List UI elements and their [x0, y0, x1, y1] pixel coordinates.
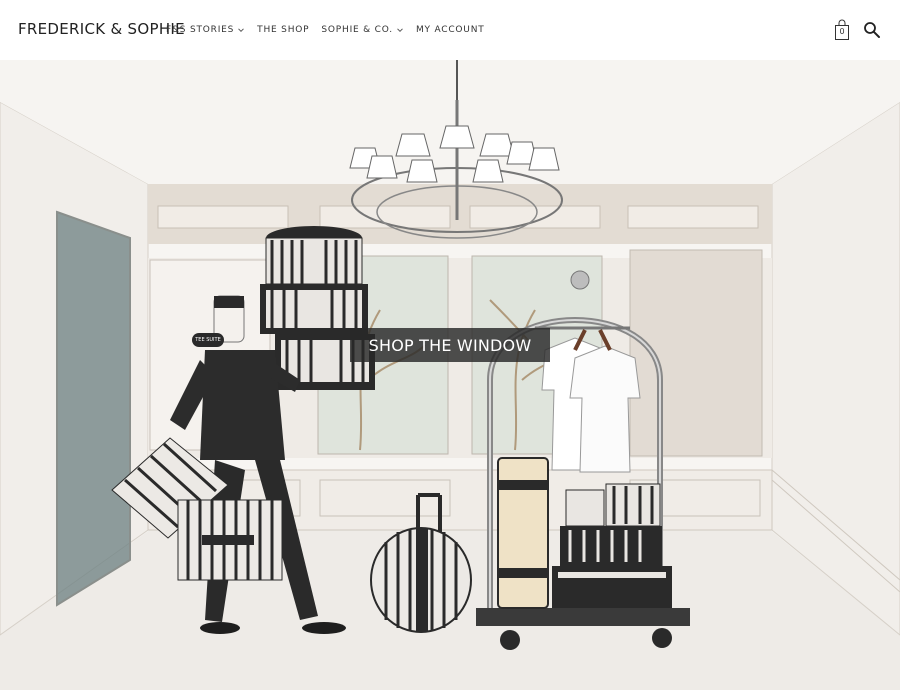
chevron-down-icon — [238, 28, 245, 33]
site-header: FREDERICK & SOPHIE F&S STORIES THE SHOP … — [0, 0, 900, 60]
page: FREDERICK & SOPHIE F&S STORIES THE SHOP … — [0, 0, 900, 690]
shop-the-window-button[interactable]: SHOP THE WINDOW — [350, 328, 550, 362]
nav-item-label: MY ACCOUNT — [415, 25, 485, 35]
nav-item-sophie-co[interactable]: SOPHIE & CO. — [321, 25, 404, 35]
nav-item-label: F&S STORIES — [166, 25, 235, 35]
cart-button[interactable]: 0 — [834, 19, 850, 41]
nav-item-my-account[interactable]: MY ACCOUNT — [416, 25, 485, 35]
nav-item-fs-stories[interactable]: F&S STORIES — [166, 25, 245, 35]
chevron-down-icon — [397, 28, 403, 33]
cart-count: 0 — [839, 27, 845, 36]
search-button[interactable] — [863, 21, 881, 39]
hero-illustration — [0, 60, 900, 690]
nav-item-label: SOPHIE & CO. — [321, 25, 393, 35]
brand-logo[interactable]: FREDERICK & SOPHIE — [18, 20, 185, 38]
nav-item-label: THE SHOP — [257, 25, 310, 35]
search-icon — [864, 22, 880, 38]
hero-banner[interactable]: TEE SUITE SHOP THE WINDOW — [0, 60, 900, 690]
main-nav: F&S STORIES THE SHOP SOPHIE & CO. MY ACC… — [166, 25, 485, 35]
tee-suite-tag: TEE SUITE — [192, 333, 224, 347]
nav-item-the-shop[interactable]: THE SHOP — [257, 25, 309, 35]
